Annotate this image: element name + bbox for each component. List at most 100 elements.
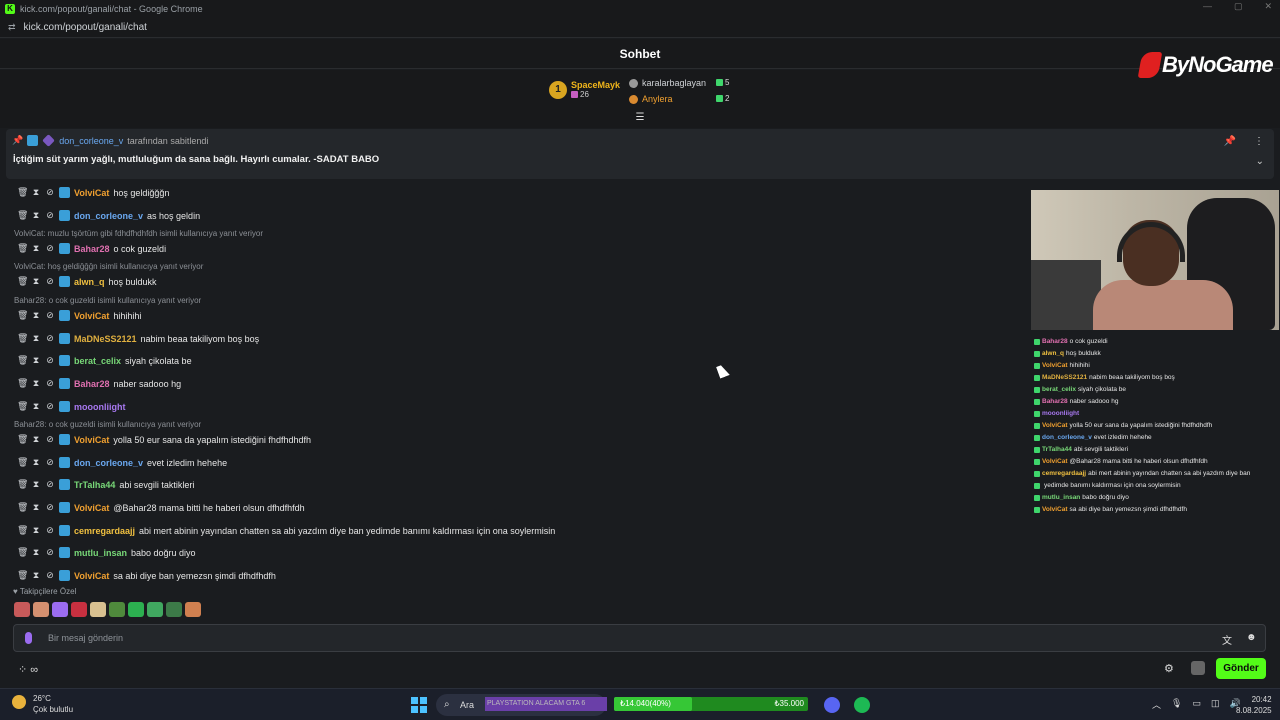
chat-message[interactable]: 🗑 ⧗ ⊘ mutlu_insan babo doğru diyo (17, 547, 196, 558)
network-icon[interactable]: ◫ (1211, 698, 1220, 711)
chevron-down-icon[interactable]: ⌄ (1256, 156, 1264, 167)
chat-username[interactable]: VolviCat (74, 188, 109, 198)
ban-icon[interactable]: ⊘ (45, 547, 55, 558)
timeout-icon[interactable]: ⧗ (31, 479, 41, 490)
delete-icon[interactable]: 🗑 (17, 570, 28, 581)
timeout-icon[interactable]: ⧗ (31, 434, 41, 445)
chat-username[interactable]: VolviCat (74, 503, 109, 513)
ban-icon[interactable]: ⊘ (45, 457, 55, 468)
delete-icon[interactable]: 🗑 (17, 310, 28, 321)
gifter-3[interactable]: Anylera (629, 94, 673, 104)
emote-9[interactable] (166, 602, 182, 617)
chat-message[interactable]: 🗑 ⧗ ⊘ berat_celix siyah çikolata be (17, 355, 192, 366)
mic-tray-icon[interactable]: 🎙 (1171, 698, 1182, 711)
message-input[interactable]: Bir mesaj gönderin 文 ☻ (13, 624, 1266, 652)
delete-icon[interactable]: 🗑 (17, 401, 28, 412)
discord-icon[interactable] (824, 697, 840, 713)
emote-1[interactable] (14, 602, 30, 617)
chat-username[interactable]: alwn_q (74, 277, 105, 287)
chat-username[interactable]: mooonliight (74, 402, 126, 412)
infinity-icon[interactable]: ⁘ ∞ (18, 663, 38, 676)
emote-8[interactable] (147, 602, 163, 617)
reply-context[interactable]: Bahar28: o cok guzeldi isimli kullanıcıy… (14, 420, 201, 429)
delete-icon[interactable]: 🗑 (17, 276, 28, 287)
chevron-up-icon[interactable]: ︿ (1152, 698, 1161, 711)
chat-username[interactable]: VolviCat (74, 571, 109, 581)
ban-icon[interactable]: ⊘ (45, 276, 55, 287)
delete-icon[interactable]: 🗑 (17, 525, 28, 536)
chat-username[interactable]: cemregardaajj (74, 526, 135, 536)
gift-settings-icon[interactable] (1191, 661, 1205, 675)
delete-icon[interactable]: 🗑 (17, 187, 28, 198)
chat-message[interactable]: 🗑 ⧗ ⊘ don_corleone_v as hoş geldin (17, 210, 200, 221)
chat-message[interactable]: 🗑 ⧗ ⊘ VolviCat @Bahar28 mama bitti he haberi… (17, 502, 305, 513)
emote-3[interactable] (52, 602, 68, 617)
delete-icon[interactable]: 🗑 (17, 210, 28, 221)
ban-icon[interactable]: ⊘ (45, 355, 55, 366)
gear-icon[interactable]: ⚙ (1164, 662, 1174, 675)
taskbar-clock[interactable]: 20:42 8.08.2025 (1236, 694, 1272, 716)
reply-context[interactable]: VolviCat: hoş geldiğğğn isimli kullanıcı… (14, 262, 203, 271)
timeout-icon[interactable]: ⧗ (31, 570, 41, 581)
delete-icon[interactable]: 🗑 (17, 434, 28, 445)
timeout-icon[interactable]: ⧗ (31, 378, 41, 389)
ban-icon[interactable]: ⊘ (45, 479, 55, 490)
delete-icon[interactable]: 🗑 (17, 378, 28, 389)
url-bar[interactable]: ⇄ kick.com/popout/ganali/chat (0, 17, 1280, 38)
collapse-icon[interactable]: ☰ (634, 112, 646, 123)
close-button[interactable]: ✕ (1264, 1, 1272, 12)
site-info-icon[interactable]: ⇄ (8, 22, 16, 33)
gifter-2[interactable]: karalarbaglayan (629, 78, 706, 88)
ban-icon[interactable]: ⊘ (45, 570, 55, 581)
url-text[interactable]: kick.com/popout/ganali/chat (24, 22, 147, 33)
chat-message[interactable]: 🗑 ⧗ ⊘ MaDNeSS2121 nabim beaa takiliyom boş b… (17, 333, 259, 344)
display-icon[interactable]: ▭ (1192, 698, 1201, 711)
chat-username[interactable]: MaDNeSS2121 (74, 334, 137, 344)
maximize-button[interactable]: ▢ (1234, 1, 1243, 12)
chat-username[interactable]: TrTalha44 (74, 480, 115, 490)
ban-icon[interactable]: ⊘ (45, 310, 55, 321)
ban-icon[interactable]: ⊘ (45, 210, 55, 221)
chat-username[interactable]: mutlu_insan (74, 548, 127, 558)
timeout-icon[interactable]: ⧗ (31, 355, 41, 366)
emoji-icon[interactable]: ☻ (1246, 632, 1257, 643)
translate-icon[interactable]: 文 (1222, 632, 1232, 647)
chat-username[interactable]: Bahar28 (74, 379, 110, 389)
delete-icon[interactable]: 🗑 (17, 457, 28, 468)
ban-icon[interactable]: ⊘ (45, 401, 55, 412)
chat-message[interactable]: 🗑 ⧗ ⊘ alwn_q hoş buldukk (17, 276, 157, 287)
emote-2[interactable] (33, 602, 49, 617)
chat-username[interactable]: don_corleone_v (74, 211, 143, 221)
ban-icon[interactable]: ⊘ (45, 434, 55, 445)
ban-icon[interactable]: ⊘ (45, 378, 55, 389)
chat-username[interactable]: don_corleone_v (74, 458, 143, 468)
emote-4[interactable] (71, 602, 87, 617)
chat-message[interactable]: 🗑 ⧗ ⊘ TrTalha44 abi sevgili taktikleri (17, 479, 194, 490)
chat-message[interactable]: 🗑 ⧗ ⊘ Bahar28 naber sadooo hg (17, 378, 181, 389)
timeout-icon[interactable]: ⧗ (31, 547, 41, 558)
timeout-icon[interactable]: ⧗ (31, 502, 41, 513)
reply-context[interactable]: VolviCat: muzlu tşörtüm gibi fdhdfhdhfdh… (14, 229, 263, 238)
ban-icon[interactable]: ⊘ (45, 243, 55, 254)
reply-context[interactable]: Bahar28: o cok guzeldi isimli kullanıcıy… (14, 296, 201, 305)
ban-icon[interactable]: ⊘ (45, 187, 55, 198)
unpin-icon[interactable]: 📌 (1224, 136, 1236, 147)
chat-username[interactable]: Bahar28 (74, 244, 110, 254)
delete-icon[interactable]: 🗑 (17, 547, 28, 558)
timeout-icon[interactable]: ⧗ (31, 525, 41, 536)
top-gifter[interactable]: 1 SpaceMayk 26 (549, 80, 620, 99)
ban-icon[interactable]: ⊘ (45, 502, 55, 513)
delete-icon[interactable]: 🗑 (17, 333, 28, 344)
chat-message[interactable]: 🗑 ⧗ ⊘ Bahar28 o cok guzeldi (17, 243, 166, 254)
emote-6[interactable] (109, 602, 125, 617)
emote-10[interactable] (185, 602, 201, 617)
chat-message[interactable]: 🗑 ⧗ ⊘ VolviCat yolla 50 eur sana da yapalım … (17, 434, 311, 445)
delete-icon[interactable]: 🗑 (17, 243, 28, 254)
minimize-button[interactable]: — (1203, 1, 1212, 12)
timeout-icon[interactable]: ⧗ (31, 457, 41, 468)
send-button[interactable]: Gönder (1216, 658, 1266, 679)
timeout-icon[interactable]: ⧗ (31, 210, 41, 221)
spotify-icon[interactable] (854, 697, 870, 713)
chat-message[interactable]: 🗑 ⧗ ⊘ VolviCat hihihihi (17, 310, 141, 321)
timeout-icon[interactable]: ⧗ (31, 243, 41, 254)
